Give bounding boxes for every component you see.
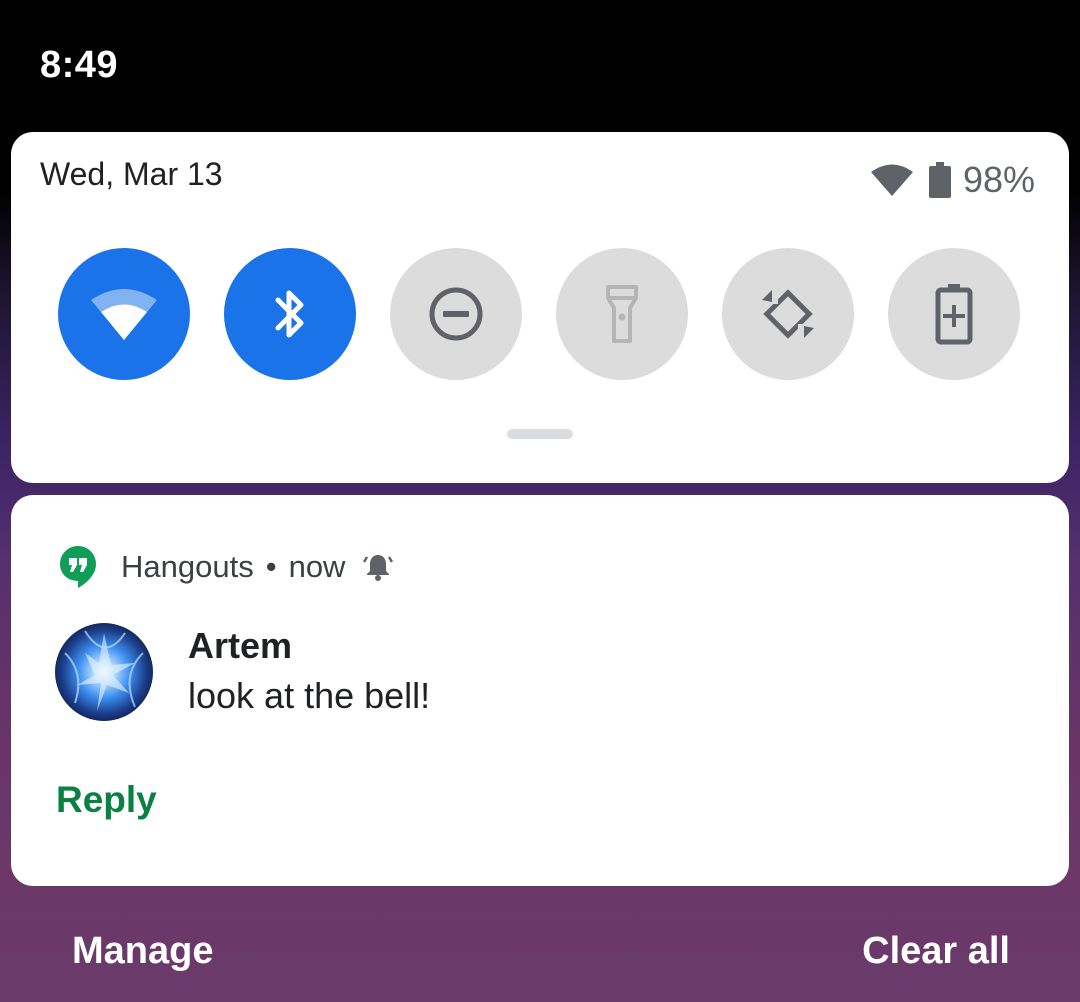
hangouts-icon (60, 546, 96, 588)
wifi-signal-icon (870, 164, 913, 196)
reply-button[interactable]: Reply (56, 779, 157, 821)
wifi-tile[interactable] (58, 248, 190, 380)
battery-icon (928, 162, 951, 198)
bell-alert-icon (363, 555, 394, 581)
auto-rotate-tile[interactable] (722, 248, 854, 380)
header-separator: • (265, 549, 277, 584)
clock: 8:49 (40, 44, 119, 86)
auto-rotate-icon (762, 289, 814, 339)
drag-handle[interactable] (507, 429, 573, 439)
do-not-disturb-icon (429, 287, 483, 341)
notification-header: Hangouts • now (59, 539, 394, 595)
bluetooth-icon (275, 290, 304, 338)
system-status: 98% (870, 159, 1035, 200)
status-bar: 8:49 (0, 0, 1080, 132)
quick-settings-tiles (58, 248, 1024, 380)
do-not-disturb-tile[interactable] (390, 248, 522, 380)
flashlight-icon (606, 285, 638, 343)
app-name: Hangouts (121, 549, 254, 584)
message-text: look at the bell! (188, 675, 431, 716)
bluetooth-tile[interactable] (224, 248, 356, 380)
notification-time: now (288, 549, 346, 584)
manage-button[interactable]: Manage (72, 930, 213, 973)
wifi-icon (91, 289, 157, 340)
avatar (55, 623, 153, 721)
date-label[interactable]: Wed, Mar 13 (40, 156, 223, 193)
battery-saver-tile[interactable] (888, 248, 1020, 380)
clear-all-button[interactable]: Clear all (862, 930, 1010, 973)
battery-saver-icon (935, 284, 973, 345)
quick-settings-panel: Wed, Mar 13 98% (11, 132, 1069, 483)
battery-percent: 98% (962, 159, 1035, 200)
flashlight-tile[interactable] (556, 248, 688, 380)
notification-card[interactable]: Hangouts • now Artem look at the bell! R… (11, 495, 1069, 886)
sender-name: Artem (188, 625, 293, 666)
